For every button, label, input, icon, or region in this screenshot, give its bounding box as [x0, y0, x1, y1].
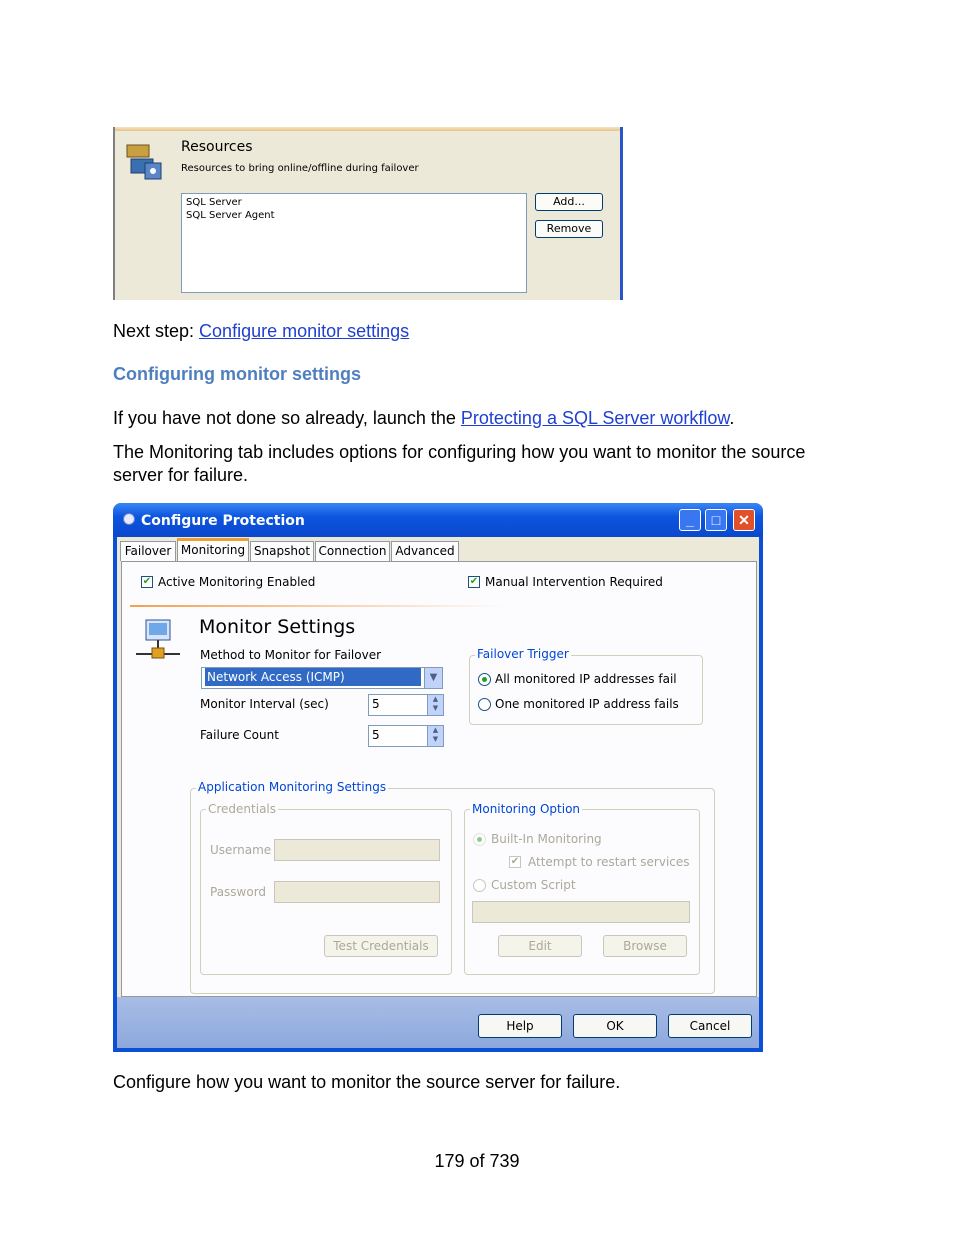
failure-count-stepper[interactable]: 5 ▲ ▼	[368, 725, 444, 747]
add-button[interactable]: Add...	[535, 193, 603, 211]
list-item[interactable]: SQL Server	[186, 196, 522, 209]
chevron-down-icon[interactable]: ▼	[424, 668, 442, 688]
resources-screenshot: Resources Resources to bring online/offl…	[113, 127, 623, 300]
username-label: Username	[210, 843, 272, 857]
maximize-icon[interactable]: □	[705, 509, 727, 531]
tab-connection[interactable]: Connection	[315, 541, 390, 561]
next-step-prefix: Next step:	[113, 321, 200, 341]
cancel-button[interactable]: Cancel	[668, 1014, 752, 1038]
monitoring-option-title: Monitoring Option	[470, 802, 583, 816]
all-ips-fail-label: All monitored IP addresses fail	[495, 672, 677, 686]
ok-button[interactable]: OK	[573, 1014, 657, 1038]
monitor-interval-label: Monitor Interval (sec)	[200, 697, 329, 711]
intro-paragraph: If you have not done so already, launch …	[113, 407, 734, 430]
manual-intervention-checkbox[interactable]: ✔	[468, 576, 480, 588]
tab-snapshot[interactable]: Snapshot	[250, 541, 314, 561]
method-label: Method to Monitor for Failover	[200, 648, 382, 662]
tab-failover[interactable]: Failover	[120, 541, 176, 561]
active-monitoring-label: Active Monitoring Enabled	[158, 575, 316, 589]
one-ip-fails-radio[interactable]	[478, 698, 491, 711]
description-line-2: server for failure.	[113, 465, 249, 485]
intro-text: If you have not done so already, launch …	[113, 408, 461, 428]
divider	[130, 605, 508, 607]
failure-count-value: 5	[372, 728, 380, 742]
section-heading: Configuring monitor settings	[113, 364, 361, 384]
protecting-sql-server-workflow-link[interactable]: Protecting a SQL Server workflow	[461, 408, 729, 428]
description-line-1: The Monitoring tab includes options for …	[113, 442, 806, 462]
spin-arrows-icon[interactable]: ▲ ▼	[427, 726, 443, 746]
close-icon[interactable]: ✕	[733, 509, 755, 531]
figure-caption: Configure how you want to monitor the so…	[113, 1072, 621, 1092]
configure-protection-window: Configure Protection _ □ ✕ Failover Moni…	[113, 503, 763, 1052]
active-monitoring-checkbox[interactable]: ✔	[141, 576, 153, 588]
network-monitor-icon	[132, 618, 184, 666]
intro-period: .	[729, 408, 735, 428]
monitor-interval-value: 5	[372, 697, 380, 711]
monitor-interval-stepper[interactable]: 5 ▲ ▼	[368, 694, 444, 716]
tab-advanced[interactable]: Advanced	[391, 541, 459, 561]
resources-list[interactable]: SQL Server SQL Server Agent	[181, 193, 527, 293]
edit-button[interactable]: Edit	[498, 935, 582, 957]
list-item[interactable]: SQL Server Agent	[186, 209, 522, 222]
browse-button[interactable]: Browse	[603, 935, 687, 957]
resources-title: Resources	[181, 139, 253, 155]
resources-subtitle: Resources to bring online/offline during…	[181, 163, 419, 174]
manual-intervention-label: Manual Intervention Required	[485, 575, 663, 589]
username-field[interactable]	[274, 839, 440, 861]
help-button[interactable]: Help	[478, 1014, 562, 1038]
title-bar[interactable]: Configure Protection _ □ ✕	[113, 503, 763, 537]
remove-button[interactable]: Remove	[535, 220, 603, 238]
minimize-icon[interactable]: _	[679, 509, 701, 531]
all-ips-fail-radio[interactable]	[478, 673, 491, 686]
app-icon	[123, 513, 135, 525]
method-value: Network Access (ICMP)	[205, 668, 421, 686]
dialog-footer: Help OK Cancel	[117, 997, 759, 1048]
credentials-title: Credentials	[206, 802, 279, 816]
password-field[interactable]	[274, 881, 440, 903]
restart-services-label: Attempt to restart services	[528, 855, 690, 869]
builtin-monitoring-radio[interactable]	[473, 833, 486, 846]
spin-arrows-icon[interactable]: ▲ ▼	[427, 695, 443, 715]
window-client: Failover Monitoring Snapshot Connection …	[117, 537, 759, 1048]
failover-trigger-title: Failover Trigger	[475, 647, 571, 661]
method-select[interactable]: Network Access (ICMP) ▼	[201, 667, 443, 689]
divider	[115, 127, 620, 131]
page-number: 179 of 739	[434, 1151, 520, 1171]
app-monitoring-title: Application Monitoring Settings	[196, 780, 389, 794]
restart-services-checkbox[interactable]: ✔	[509, 856, 521, 868]
tab-monitoring[interactable]: Monitoring	[177, 538, 249, 562]
custom-script-field[interactable]	[472, 901, 690, 923]
custom-script-label: Custom Script	[491, 878, 576, 892]
failure-count-label: Failure Count	[200, 728, 279, 742]
password-label: Password	[210, 885, 267, 899]
failover-trigger-group	[469, 655, 703, 725]
configure-monitor-settings-link[interactable]: Configure monitor settings	[199, 321, 409, 341]
custom-script-radio[interactable]	[473, 879, 486, 892]
monitoring-tab-panel: ✔ Active Monitoring Enabled ✔ Manual Int…	[121, 561, 757, 997]
window-title: Configure Protection	[141, 513, 305, 529]
monitoring-description: The Monitoring tab includes options for …	[113, 441, 805, 487]
builtin-monitoring-label: Built-In Monitoring	[491, 832, 602, 846]
test-credentials-button[interactable]: Test Credentials	[324, 935, 438, 957]
one-ip-fails-label: One monitored IP address fails	[495, 697, 679, 711]
next-step-line: Next step: Configure monitor settings	[113, 320, 409, 343]
server-resources-icon	[123, 139, 167, 183]
monitor-settings-title: Monitor Settings	[199, 616, 356, 638]
